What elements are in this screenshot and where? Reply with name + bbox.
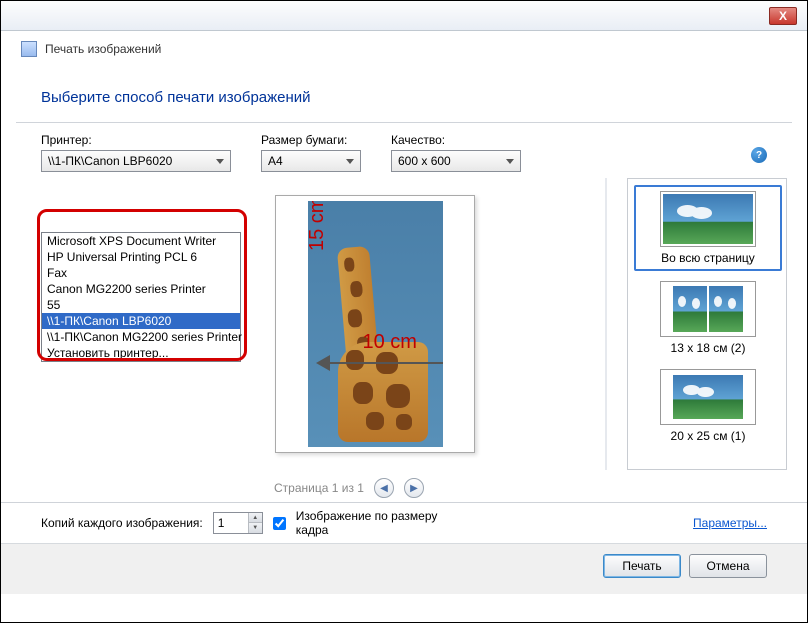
help-icon[interactable]: ? — [751, 147, 767, 163]
page-preview: 15 cm 10 cm — [275, 195, 475, 453]
printer-option[interactable]: Fax — [42, 265, 240, 281]
controls-row: Принтер: \\1-ПК\Canon LBP6020 Размер бум… — [1, 123, 807, 178]
printer-option[interactable]: Microsoft XPS Document Writer — [42, 233, 240, 249]
printer-option[interactable]: HP Universal Printing PCL 6 — [42, 249, 240, 265]
paper-group: Размер бумаги: A4 — [261, 133, 361, 172]
breadcrumb: Печать изображений — [1, 31, 807, 67]
chevron-down-icon — [506, 159, 514, 164]
dimension-vertical: 15 cm — [308, 201, 329, 251]
page-title: Выберите способ печати изображений — [41, 89, 767, 106]
pager-label: Страница 1 из 1 — [274, 481, 364, 495]
printer-dropdown-list[interactable]: Microsoft XPS Document WriterHP Universa… — [41, 232, 241, 362]
paper-label: Размер бумаги: — [261, 133, 361, 147]
chevron-down-icon — [346, 159, 354, 164]
printer-group: Принтер: \\1-ПК\Canon LBP6020 — [41, 133, 231, 172]
pager-prev-button[interactable]: ◀ — [374, 478, 394, 498]
copies-input[interactable] — [214, 513, 248, 533]
printer-option[interactable]: \\1-ПК\Canon MG2200 series Printer — [42, 329, 240, 345]
layout-item-fullpage[interactable]: Во всю страницу — [634, 185, 782, 271]
dimension-horizontal: 10 cm — [363, 331, 417, 354]
layout-thumb — [660, 281, 756, 337]
breadcrumb-title: Печать изображений — [45, 42, 161, 56]
copies-input-wrapper: ▲ ▼ — [213, 512, 263, 534]
printer-option[interactable]: \\1-ПК\Canon LBP6020 — [42, 313, 240, 329]
layout-label: 13 x 18 см (2) — [671, 341, 746, 355]
layout-item-20x25[interactable]: 20 x 25 см (1) — [634, 365, 782, 447]
copies-up-button[interactable]: ▲ — [249, 513, 262, 523]
quality-dropdown[interactable]: 600 x 600 — [391, 150, 521, 172]
content-area: Печать изображений Выберите способ печат… — [1, 31, 807, 622]
pager-next-button[interactable]: ▶ — [404, 478, 424, 498]
params-link[interactable]: Параметры... — [693, 516, 767, 530]
heading-row: Выберите способ печати изображений — [1, 67, 807, 122]
preview-image: 15 cm 10 cm — [308, 201, 443, 447]
bottom-bar: Копий каждого изображения: ▲ ▼ Изображен… — [1, 502, 807, 543]
paper-dropdown[interactable]: A4 — [261, 150, 361, 172]
copies-label: Копий каждого изображения: — [41, 516, 203, 530]
print-button[interactable]: Печать — [603, 554, 681, 578]
chevron-down-icon — [216, 159, 224, 164]
fit-checkbox[interactable] — [273, 517, 286, 530]
layout-item-13x18[interactable]: 13 x 18 см (2) — [634, 277, 782, 359]
titlebar: X — [1, 1, 807, 31]
printer-value: \\1-ПК\Canon LBP6020 — [48, 154, 210, 168]
print-dialog: X Печать изображений Выберите способ печ… — [0, 0, 808, 623]
printer-dropdown[interactable]: \\1-ПК\Canon LBP6020 — [41, 150, 231, 172]
printer-option[interactable]: 55 — [42, 297, 240, 313]
copies-down-button[interactable]: ▼ — [249, 523, 262, 533]
pager: Страница 1 из 1 ◀ ▶ — [91, 470, 607, 502]
printer-option[interactable]: Canon MG2200 series Printer — [42, 281, 240, 297]
layout-label: 20 x 25 см (1) — [671, 429, 746, 443]
quality-value: 600 x 600 — [398, 154, 500, 168]
quality-group: Качество: 600 x 600 — [391, 133, 521, 172]
layout-label: Во всю страницу — [661, 251, 755, 265]
fit-label: Изображение по размеру кадра — [296, 509, 446, 537]
printer-label: Принтер: — [41, 133, 231, 147]
layout-list[interactable]: Во всю страницу 13 x 18 см (2) 20 x 25 с… — [627, 178, 787, 470]
printer-option[interactable]: Установить принтер... — [42, 345, 240, 361]
cancel-button[interactable]: Отмена — [689, 554, 767, 578]
layout-thumb — [660, 191, 756, 247]
quality-label: Качество: — [391, 133, 521, 147]
paper-value: A4 — [268, 154, 340, 168]
printer-icon — [21, 41, 37, 57]
close-button[interactable]: X — [769, 7, 797, 25]
footer: Печать Отмена — [1, 543, 807, 594]
layout-thumb — [660, 369, 756, 425]
close-icon: X — [779, 9, 787, 23]
